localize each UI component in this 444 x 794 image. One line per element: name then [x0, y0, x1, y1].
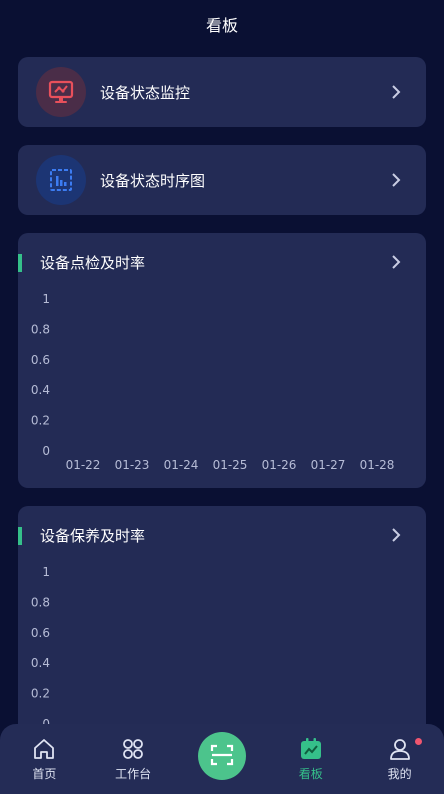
y-tick-label: 0	[42, 444, 50, 458]
chart-title: 设备保养及时率	[40, 526, 146, 545]
dashboard-icon	[300, 738, 321, 759]
tab-scan[interactable]	[186, 732, 258, 782]
chart-title: 设备点检及时率	[40, 253, 146, 272]
scan-button[interactable]	[197, 732, 246, 780]
y-tick-label: 0.2	[31, 414, 50, 428]
accent-bar	[18, 254, 22, 272]
home-icon	[34, 739, 55, 759]
chart-plot-inspection-rate: 0 0.2 0.4 0.6 0.8 1 01-22 01-23 01-24 01-25 01-26 0…	[31, 292, 395, 472]
accent-bar	[18, 527, 22, 545]
nav-card-device-status-monitor[interactable]: 设备状态监控	[18, 57, 426, 127]
tab-label: 首页	[32, 767, 57, 781]
page-title: 看板	[205, 16, 238, 35]
chart-card-inspection-rate[interactable]: 设备点检及时率 0 0.2 0.4 0.6 0.8 1 01-22 01-23 01-24 01-…	[18, 233, 426, 488]
x-tick-label: 01-26	[262, 458, 297, 472]
chart-header: 设备点检及时率	[18, 233, 426, 291]
nav-card-label: 设备状态监控	[100, 83, 191, 102]
y-tick-label: 1	[42, 292, 50, 306]
x-tick-label: 01-27	[311, 458, 346, 472]
tab-label: 工作台	[115, 767, 152, 781]
bar-chart-icon	[36, 155, 86, 205]
tab-label: 我的	[387, 767, 412, 781]
chart-card-maintenance-rate[interactable]: 设备保养及时率 00.20.40.60.8101-2201-2301-2401-…	[18, 506, 426, 746]
tab-mine[interactable]: 我的	[364, 736, 436, 782]
chevron-right-icon[interactable]	[386, 252, 406, 272]
y-tick-label: 0.4	[31, 656, 50, 670]
tab-home[interactable]: 首页	[8, 736, 80, 782]
page-header: 看板	[0, 0, 444, 48]
monitor-icon	[36, 67, 86, 117]
y-tick-label: 0.4	[31, 383, 50, 397]
y-tick-label: 1	[42, 565, 50, 579]
y-tick-label: 0.6	[31, 626, 50, 640]
tab-workbench[interactable]: 工作台	[97, 736, 169, 782]
nav-card-device-status-timeline[interactable]: 设备状态时序图	[18, 145, 426, 215]
user-icon	[389, 739, 410, 760]
nav-card-label: 设备状态时序图	[100, 171, 206, 190]
chevron-right-icon[interactable]	[386, 525, 406, 545]
x-tick-label: 01-23	[115, 458, 150, 472]
tab-dashboard[interactable]: 看板	[275, 736, 347, 782]
chevron-right-icon	[392, 173, 401, 187]
bottom-tab-bar: 首页 工作台 看板 我的	[0, 724, 444, 794]
tab-label: 看板	[298, 767, 323, 781]
grid-icon	[123, 739, 144, 759]
y-tick-label: 0.6	[31, 353, 50, 367]
notification-badge	[414, 738, 422, 745]
chart-plot-maintenance-rate: 00.20.40.60.8101-2201-2301-2401-2501-260…	[31, 565, 395, 745]
chart-header: 设备保养及时率	[18, 506, 426, 564]
x-tick-label: 01-28	[360, 458, 395, 472]
y-tick-label: 0.8	[31, 322, 50, 336]
y-tick-label: 0.8	[31, 595, 50, 609]
x-tick-label: 01-25	[213, 458, 248, 472]
y-tick-label: 0.2	[31, 687, 50, 701]
chevron-right-icon	[392, 85, 401, 99]
x-tick-label: 01-24	[164, 458, 199, 472]
x-tick-label: 01-22	[66, 458, 101, 472]
scan-icon	[210, 744, 234, 765]
